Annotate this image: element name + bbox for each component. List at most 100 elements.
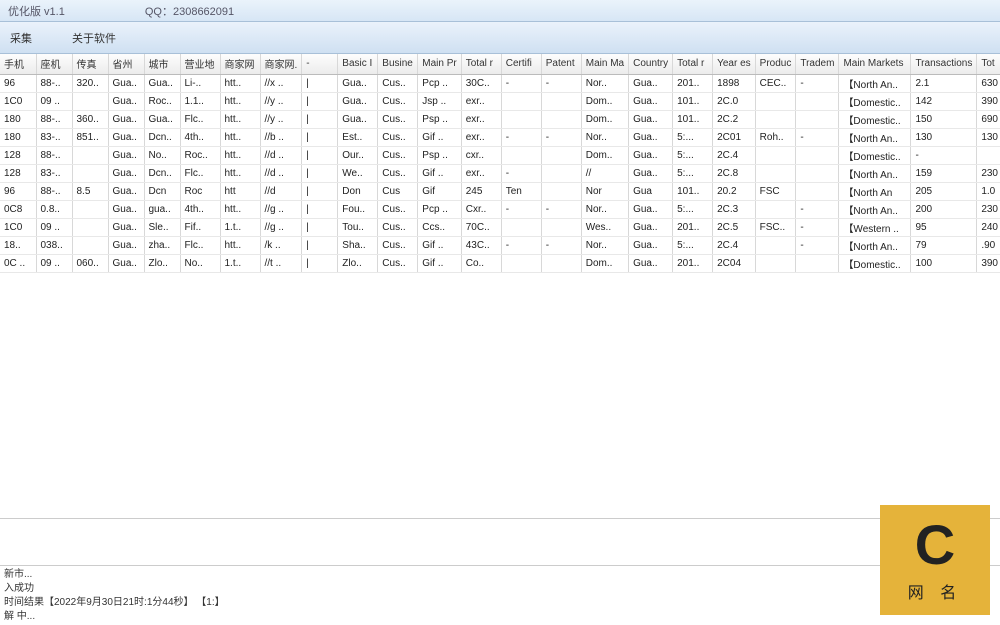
table-cell: 【North An bbox=[839, 182, 911, 200]
column-header[interactable]: Tot bbox=[977, 54, 1000, 74]
menu-about[interactable]: 关于软件 bbox=[72, 30, 116, 46]
column-header[interactable]: Produc bbox=[755, 54, 796, 74]
table-cell: gua.. bbox=[144, 200, 180, 218]
table-cell: exr.. bbox=[461, 128, 501, 146]
table-cell: 142 bbox=[911, 92, 977, 110]
table-cell: We.. bbox=[338, 164, 378, 182]
table-cell: 630 bbox=[977, 74, 1000, 92]
table-cell: 【North An.. bbox=[839, 236, 911, 254]
table-cell: 101.. bbox=[673, 92, 713, 110]
table-row[interactable]: 0C ..09 ..060..Gua..Zlo..No..1.t..//t ..… bbox=[0, 254, 1000, 272]
table-cell: 【Western .. bbox=[839, 218, 911, 236]
table-cell: Gua.. bbox=[629, 92, 673, 110]
column-header[interactable]: 城市 bbox=[144, 54, 180, 74]
column-header[interactable]: 商家网 bbox=[220, 54, 260, 74]
table-cell bbox=[501, 218, 541, 236]
column-header[interactable]: 座机 bbox=[36, 54, 72, 74]
table-cell bbox=[796, 146, 839, 164]
table-cell: Cus.. bbox=[378, 218, 418, 236]
table-cell: 2C04 bbox=[713, 254, 756, 272]
table-row[interactable]: 0C80.8..Gua..gua..4th..htt..//g ..|Fou..… bbox=[0, 200, 1000, 218]
table-cell: 5:... bbox=[673, 146, 713, 164]
column-header[interactable]: Basic I bbox=[338, 54, 378, 74]
column-header[interactable]: Main Ma bbox=[581, 54, 628, 74]
table-cell: 1.0 bbox=[977, 182, 1000, 200]
table-cell: | bbox=[302, 200, 338, 218]
table-cell: | bbox=[302, 128, 338, 146]
table-cell: Cus.. bbox=[378, 164, 418, 182]
table-cell: Sha.. bbox=[338, 236, 378, 254]
column-header[interactable]: Certifi bbox=[501, 54, 541, 74]
table-cell: Gua.. bbox=[108, 182, 144, 200]
table-cell: zha.. bbox=[144, 236, 180, 254]
column-header[interactable]: 商家网. bbox=[260, 54, 302, 74]
column-header[interactable]: Main Markets bbox=[839, 54, 911, 74]
column-header[interactable]: - bbox=[302, 54, 338, 74]
column-header[interactable]: Tradem bbox=[796, 54, 839, 74]
table-cell bbox=[541, 182, 581, 200]
table-cell: Gif bbox=[418, 182, 461, 200]
table-cell: 5:... bbox=[673, 128, 713, 146]
table-cell: Gua bbox=[629, 182, 673, 200]
table-cell bbox=[796, 182, 839, 200]
table-row[interactable]: 12888-..Gua..No..Roc..htt..//d ..|Our..C… bbox=[0, 146, 1000, 164]
table-container[interactable]: 手机座机传真省州城市营业地商家网商家网.-Basic IBusineMain P… bbox=[0, 54, 1000, 519]
table-cell: 88-.. bbox=[36, 146, 72, 164]
table-row[interactable]: 18..038..Gua..zha..Flc..htt../k ..|Sha..… bbox=[0, 236, 1000, 254]
table-cell bbox=[72, 164, 108, 182]
table-cell: 88-.. bbox=[36, 74, 72, 92]
table-cell: 5:... bbox=[673, 200, 713, 218]
table-row[interactable]: 18088-..360..Gua..Gua..Flc..htt..//y ..|… bbox=[0, 110, 1000, 128]
menu-collect[interactable]: 采集 bbox=[10, 30, 32, 46]
column-header[interactable]: 手机 bbox=[0, 54, 36, 74]
qq-label: QQ：2308662091 bbox=[145, 3, 234, 19]
table-cell: Gua.. bbox=[144, 110, 180, 128]
table-cell: - bbox=[796, 128, 839, 146]
table-cell: 101.. bbox=[673, 182, 713, 200]
table-cell: FSC.. bbox=[755, 218, 796, 236]
table-cell: Gua.. bbox=[108, 200, 144, 218]
column-header[interactable]: Busine bbox=[378, 54, 418, 74]
table-row[interactable]: 9688-..8.5Gua..DcnRochtt//d|DonCusGif245… bbox=[0, 182, 1000, 200]
table-row[interactable]: 1C009 ..Gua..Roc..1.1..htt..//y ..|Gua..… bbox=[0, 92, 1000, 110]
table-row[interactable]: 1C009 ..Gua..Sle..Fif..1.t..//g ..|Tou..… bbox=[0, 218, 1000, 236]
column-header[interactable]: Total r bbox=[673, 54, 713, 74]
table-cell: Gua.. bbox=[108, 110, 144, 128]
table-cell: 4th.. bbox=[180, 128, 220, 146]
column-header[interactable]: 传真 bbox=[72, 54, 108, 74]
table-cell: htt bbox=[220, 182, 260, 200]
table-cell: htt.. bbox=[220, 236, 260, 254]
column-header[interactable]: 省州 bbox=[108, 54, 144, 74]
table-cell: 201.. bbox=[673, 254, 713, 272]
table-cell: 205 bbox=[911, 182, 977, 200]
column-header[interactable]: Country bbox=[629, 54, 673, 74]
table-cell: 038.. bbox=[36, 236, 72, 254]
column-header[interactable]: Year es bbox=[713, 54, 756, 74]
table-cell: //d bbox=[260, 182, 302, 200]
table-cell: //d .. bbox=[260, 146, 302, 164]
table-cell: - bbox=[501, 164, 541, 182]
table-cell: 200 bbox=[911, 200, 977, 218]
table-cell: Gua.. bbox=[108, 146, 144, 164]
table-cell: 【North An.. bbox=[839, 128, 911, 146]
table-cell bbox=[501, 146, 541, 164]
table-cell: Dcn.. bbox=[144, 164, 180, 182]
column-header[interactable]: Total r bbox=[461, 54, 501, 74]
table-cell: //g .. bbox=[260, 200, 302, 218]
table-cell: Flc.. bbox=[180, 110, 220, 128]
column-header[interactable]: 营业地 bbox=[180, 54, 220, 74]
table-cell: - bbox=[911, 146, 977, 164]
table-cell: Zlo.. bbox=[338, 254, 378, 272]
table-row[interactable]: 12883-..Gua..Dcn..Flc..htt..//d ..|We..C… bbox=[0, 164, 1000, 182]
table-cell: htt.. bbox=[220, 110, 260, 128]
column-header[interactable]: Patent bbox=[541, 54, 581, 74]
table-cell: Cus.. bbox=[378, 92, 418, 110]
column-header[interactable]: Transactions bbox=[911, 54, 977, 74]
table-row[interactable]: 9688-..320..Gua..Gua..Li-..htt..//x ..|G… bbox=[0, 74, 1000, 92]
table-cell: Dom.. bbox=[581, 254, 628, 272]
column-header[interactable]: Main Pr bbox=[418, 54, 461, 74]
table-row[interactable]: 18083-..851..Gua..Dcn..4th..htt..//b ..|… bbox=[0, 128, 1000, 146]
table-cell: 1.1.. bbox=[180, 92, 220, 110]
table-cell: Dom.. bbox=[581, 92, 628, 110]
table-cell: 2C.5 bbox=[713, 218, 756, 236]
